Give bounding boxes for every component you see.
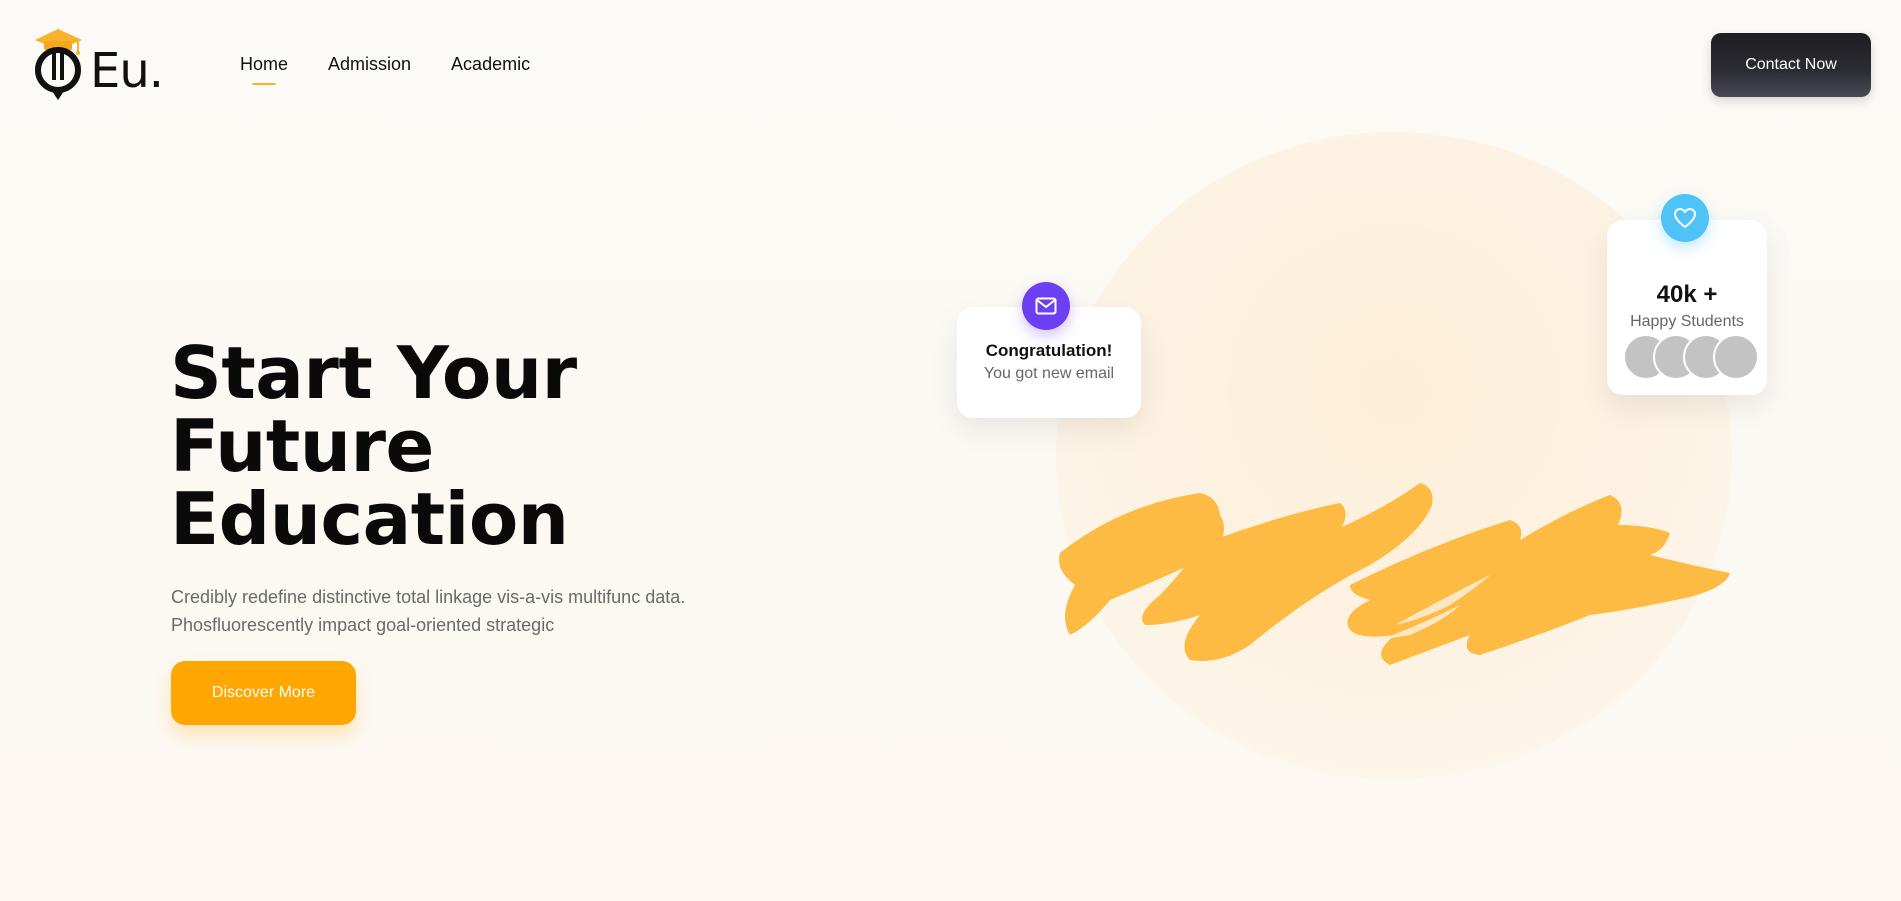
landing-page: Eu. Home Admission Academic Contact Now …	[0, 0, 1901, 901]
discover-more-button[interactable]: Discover More	[171, 661, 356, 725]
hero-title-line-3: Education	[170, 477, 569, 561]
students-count: 40k +	[1656, 281, 1718, 308]
brand-logo[interactable]: Eu.	[32, 26, 172, 102]
avatar	[1713, 334, 1759, 380]
contact-now-button[interactable]: Contact Now	[1711, 33, 1871, 97]
nav-item-home[interactable]: Home	[240, 54, 288, 85]
nav-item-admission[interactable]: Admission	[328, 54, 411, 75]
graduation-pencil-icon	[32, 26, 86, 102]
mail-icon	[1022, 282, 1070, 330]
email-card-subtitle: You got new email	[983, 365, 1115, 382]
brand-name: Eu.	[90, 43, 164, 99]
main-nav: Home Admission Academic	[240, 54, 530, 85]
nav-item-academic[interactable]: Academic	[451, 54, 530, 75]
heart-icon	[1661, 194, 1709, 242]
students-label: Happy Students	[1630, 313, 1744, 330]
hero-title: Start Your Future Education	[170, 337, 730, 556]
hero-title-line-2: Future	[170, 404, 434, 488]
hero-description: Credibly redefine distinctive total link…	[171, 587, 686, 635]
avatar-group	[1623, 334, 1759, 380]
paint-scribble-illustration	[1059, 483, 1730, 665]
email-card-title: Congratulation!	[985, 341, 1113, 360]
happy-students-card: 40k + Happy Students	[1607, 220, 1767, 395]
hero-title-line-1: Start Your	[170, 331, 577, 415]
